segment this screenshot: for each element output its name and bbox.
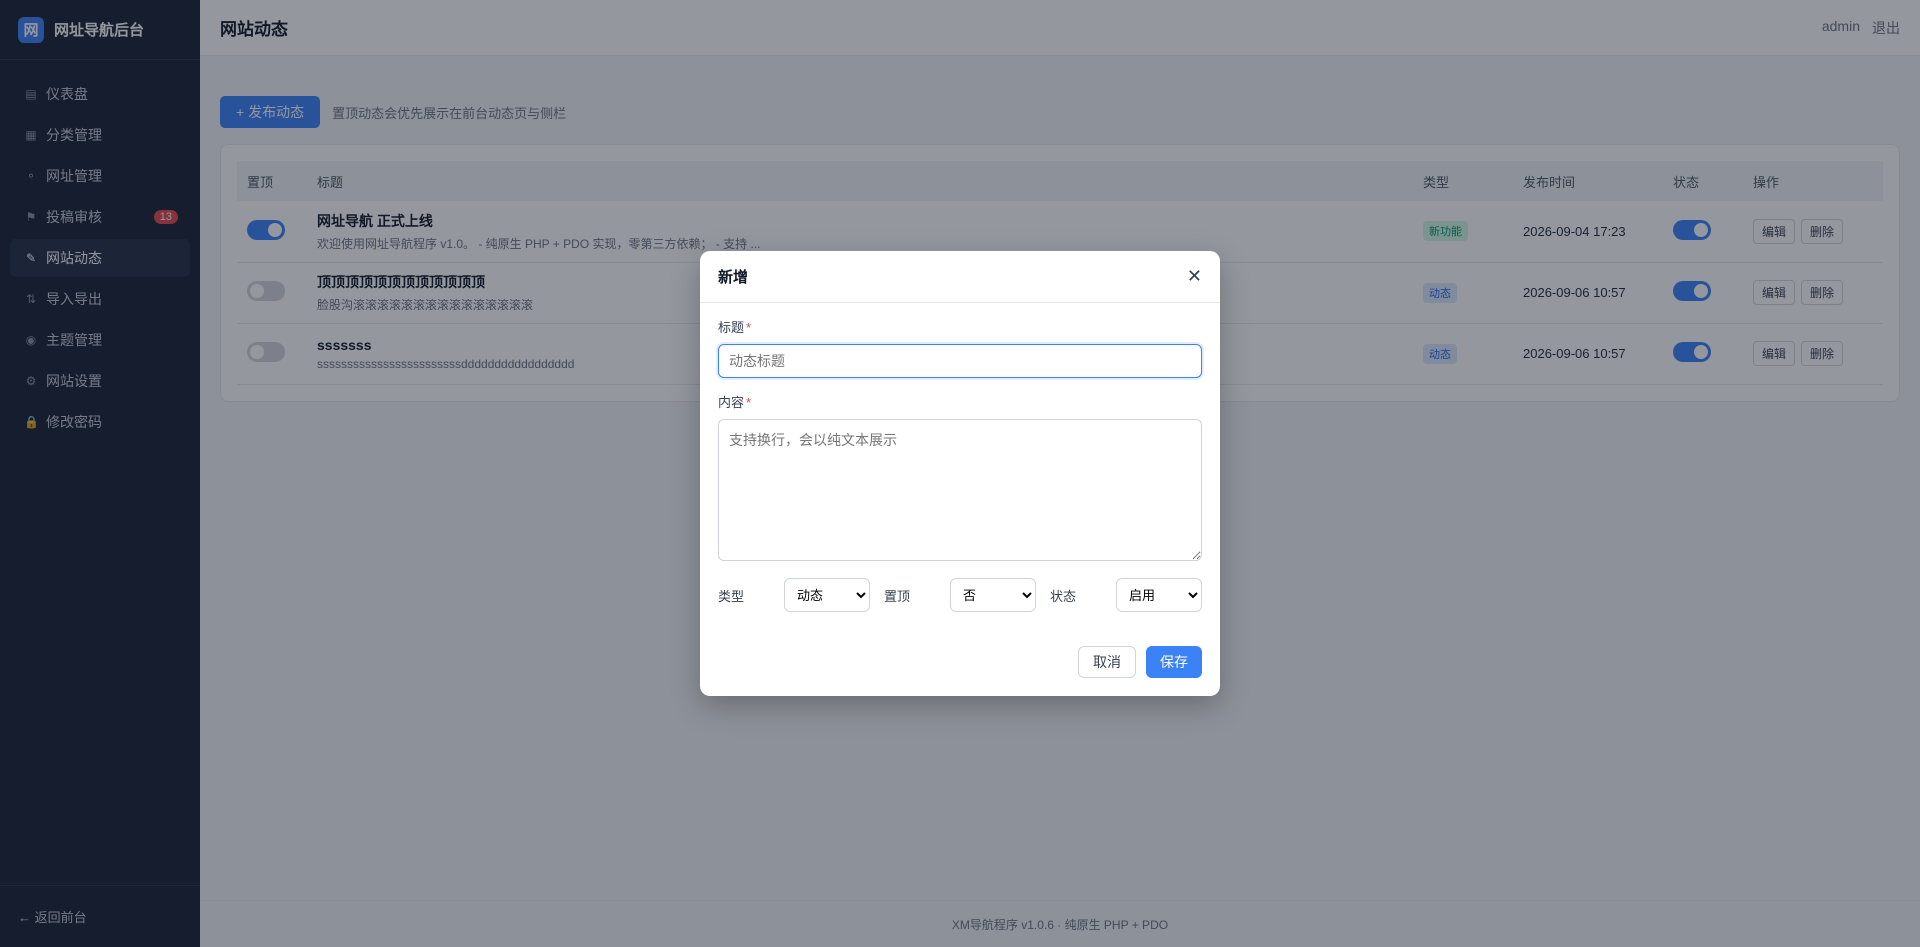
status-select[interactable]: 启用 (1116, 578, 1202, 612)
status-label: 状态 (1050, 588, 1077, 604)
type-select[interactable]: 动态 (784, 578, 870, 612)
new-news-dialog: 新增 ✕ 标题* 内容* 类型 动态 置顶 否 状态 启用 取消 保存 (700, 251, 1220, 696)
required-mark: * (746, 320, 752, 335)
pin-label: 置顶 (884, 588, 911, 604)
title-label-text: 标题 (718, 320, 745, 335)
dialog-footer: 取消 保存 (1078, 646, 1202, 678)
dialog-header: 新增 ✕ (700, 251, 1220, 303)
pin-select[interactable]: 否 (950, 578, 1036, 612)
close-icon[interactable]: ✕ (1187, 266, 1202, 287)
required-mark: * (746, 395, 752, 410)
title-field-label: 标题 * (718, 317, 1202, 336)
type-label: 类型 (718, 588, 745, 604)
dialog-options-row: 类型 动态 置顶 否 状态 启用 (718, 578, 1202, 612)
dialog-body: 标题* 内容* 类型 动态 置顶 否 状态 启用 (700, 303, 1220, 612)
content-label-text: 内容 (718, 395, 745, 410)
cancel-button[interactable]: 取消 (1078, 646, 1136, 678)
save-button[interactable]: 保存 (1146, 646, 1202, 678)
dialog-title: 新增 (718, 269, 749, 286)
content-field-label: 内容 * (718, 392, 1202, 411)
content-textarea[interactable] (718, 419, 1202, 561)
title-input[interactable] (718, 344, 1202, 378)
